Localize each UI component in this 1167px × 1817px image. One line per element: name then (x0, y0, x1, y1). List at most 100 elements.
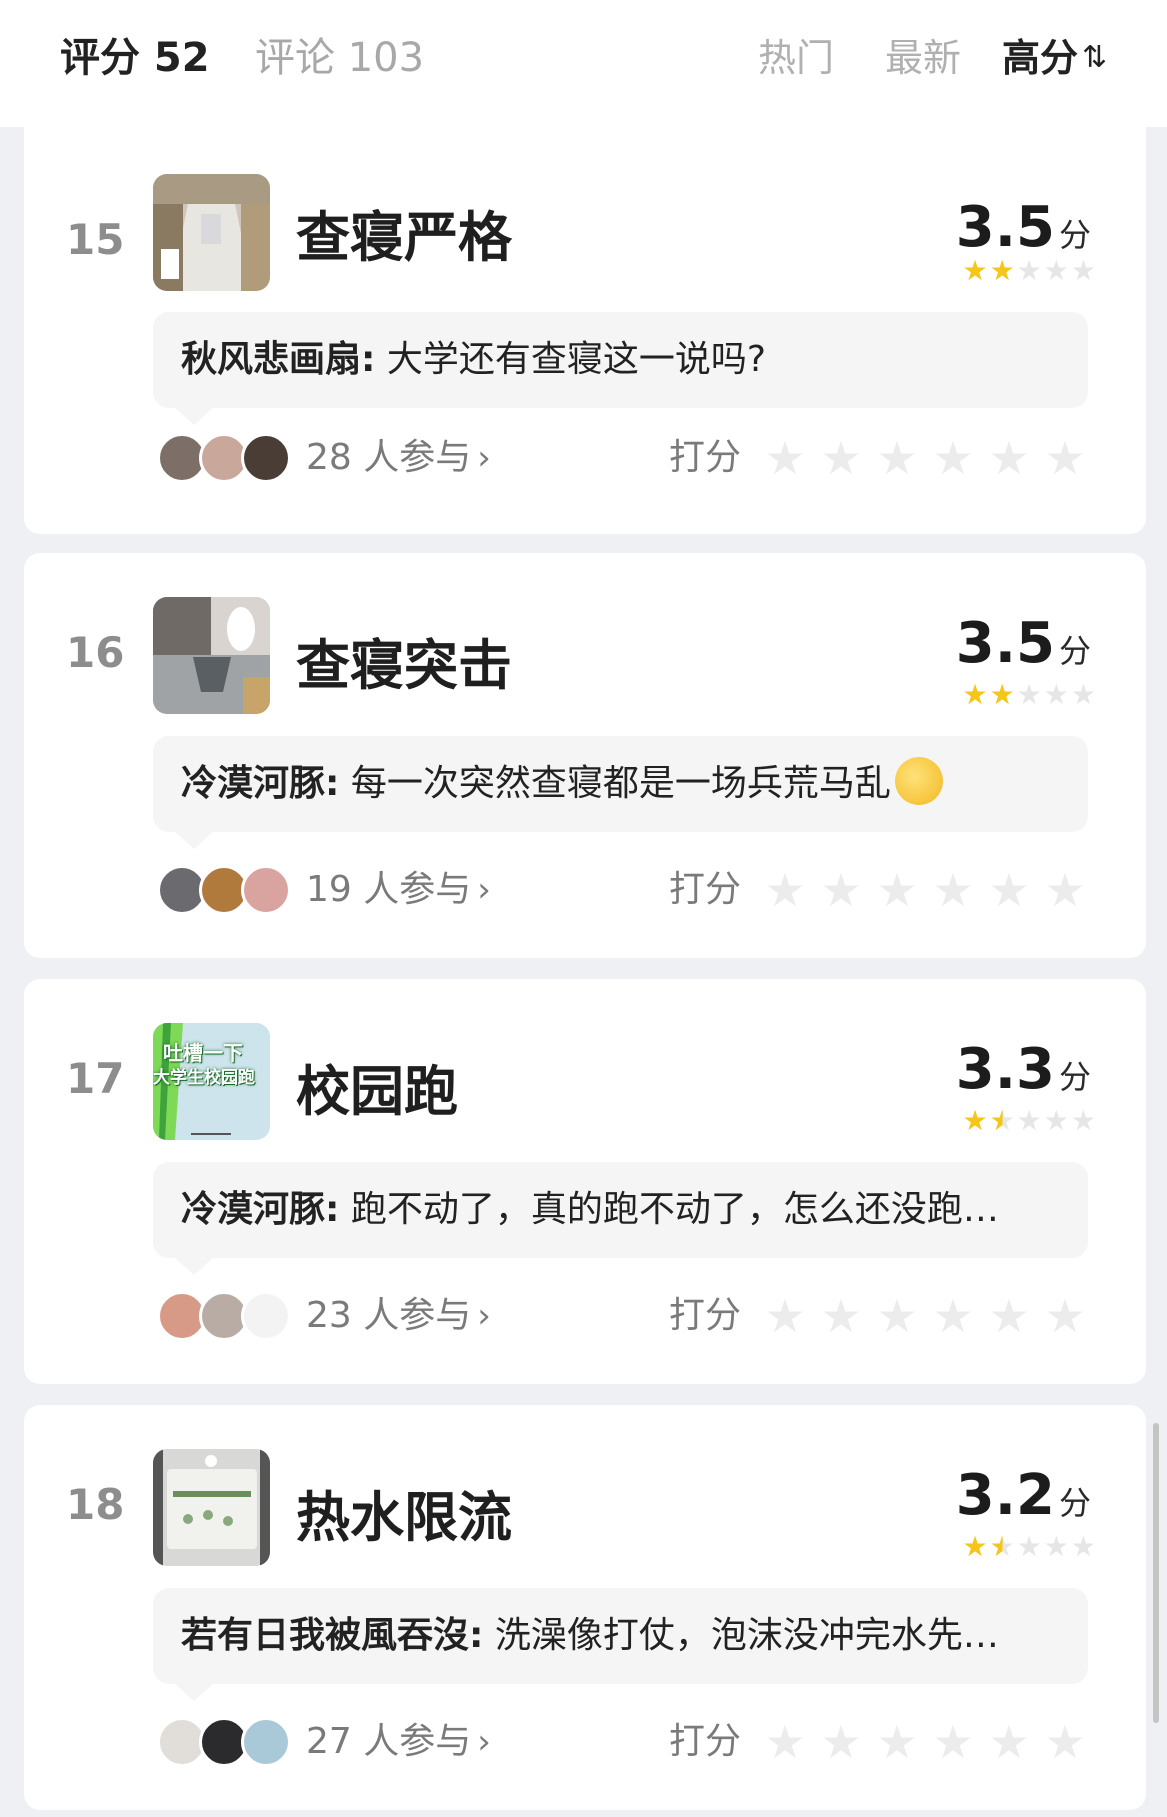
rate-label: 打分 (669, 1295, 742, 1336)
top-comment[interactable]: 冷漠河豚: 跑不动了，真的跑不动了，怎么还没跑… (153, 1162, 1088, 1258)
chevron-right-icon: › (477, 1722, 491, 1762)
half-star-icon[interactable]: ★ (762, 1289, 808, 1343)
star-icon[interactable]: ★ (874, 431, 920, 485)
participants-link[interactable]: 19 人参与 › (306, 865, 491, 915)
score-value: 3.2 (955, 1463, 1055, 1528)
star-icon: ★ (1043, 678, 1069, 711)
avatar (241, 433, 291, 483)
star-rating-display: ★ ★ ★ ★ ★ (962, 1533, 1096, 1561)
chevron-right-icon: › (477, 870, 491, 910)
star-rating-display: ★ ★ ★ ★ ★ (962, 681, 1096, 709)
half-star-icon[interactable]: ★ (762, 431, 808, 485)
rating-card[interactable]: 16 查寝突击 3.5 分 ★ ★ ★ ★ ★ 冷漠河豚: 每一次突然查寝都是一场… (24, 553, 1146, 958)
star-icon[interactable]: ★ (818, 863, 864, 917)
top-comment[interactable]: 若有日我被風吞沒: 洗澡像打仗，泡沫没冲完水先… (153, 1588, 1088, 1684)
star-icon[interactable]: ★ (930, 1289, 976, 1343)
star-icon[interactable]: ★ (818, 1289, 864, 1343)
rate-label: 打分 (669, 869, 742, 910)
star-icon: ★ (1016, 1530, 1042, 1563)
topic-thumbnail (153, 174, 270, 291)
emoji-icon (894, 757, 943, 805)
comment-author: 冷漠河豚: (181, 763, 340, 804)
star-icon[interactable]: ★ (986, 863, 1032, 917)
star-icon: ★ (962, 254, 988, 287)
rate-stars-input[interactable]: ★ ★ ★ ★ ★ ★ (762, 1715, 1088, 1769)
topic-thumbnail: 吐槽一下 大学生校园跑 (153, 1023, 270, 1140)
star-icon: ★ (1016, 1104, 1042, 1137)
star-icon[interactable]: ★ (874, 863, 920, 917)
bubble-tail (174, 1683, 214, 1701)
participants-link[interactable]: 28 人参与 › (306, 433, 491, 483)
star-icon[interactable]: ★ (986, 431, 1032, 485)
star-icon[interactable]: ★ (1042, 863, 1088, 917)
star-icon[interactable]: ★ (986, 1715, 1032, 1769)
sort-order-icon: ⇅ (1082, 40, 1108, 75)
star-icon: ★ (1070, 254, 1096, 287)
star-icon[interactable]: ★ (1042, 1289, 1088, 1343)
bubble-tail (174, 831, 214, 849)
top-comment[interactable]: 冷漠河豚: 每一次突然查寝都是一场兵荒马乱 (153, 736, 1088, 832)
participants-count: 19 人参与 (306, 869, 472, 910)
topic-thumbnail (153, 1449, 270, 1566)
star-icon[interactable]: ★ (874, 1715, 920, 1769)
comment-author: 若有日我被風吞沒: (181, 1615, 484, 1656)
rating-card[interactable]: 18 热水限流 3.2 分 ★ ★ ★ ★ ★ 若有日我被風吞沒: 洗澡像打仗，泡… (24, 1405, 1146, 1810)
participants-count: 28 人参与 (306, 437, 472, 478)
participants-count: 23 人参与 (306, 1295, 472, 1336)
star-icon[interactable]: ★ (930, 863, 976, 917)
star-icon: ★ (962, 1530, 988, 1563)
star-icon[interactable]: ★ (930, 431, 976, 485)
sort-high[interactable]: 高分 ⇅ (1002, 30, 1107, 86)
star-icon[interactable]: ★ (1042, 431, 1088, 485)
header: 评分 52 评论 103 热门 最新 高分 ⇅ (0, 0, 1167, 127)
average-score: 3.3 分 (956, 1037, 1091, 1102)
rank-number: 18 (66, 1480, 125, 1529)
star-icon: ★ (1043, 1104, 1069, 1137)
score-unit: 分 (1058, 1058, 1091, 1096)
scrollbar[interactable] (1153, 1423, 1159, 1723)
sort-high-label: 高分 (1002, 36, 1079, 80)
thumbnail-caption-1: 吐槽一下 (163, 1041, 243, 1065)
chevron-right-icon: › (477, 1296, 491, 1336)
half-star-icon[interactable]: ★ (762, 1715, 808, 1769)
rating-card[interactable]: 17 吐槽一下 大学生校园跑 校园跑 3.3 分 ★ ★ ★ ★ ★ 冷漠河豚: … (24, 979, 1146, 1384)
score-unit: 分 (1058, 216, 1091, 254)
star-icon: ★ (962, 678, 988, 711)
star-icon[interactable]: ★ (818, 1715, 864, 1769)
rate-stars-input[interactable]: ★ ★ ★ ★ ★ ★ (762, 863, 1088, 917)
topic-title: 热水限流 (296, 1486, 512, 1549)
comment-author: 冷漠河豚: (181, 1189, 340, 1230)
comment-text: 大学还有查寝这一说吗? (375, 339, 766, 380)
star-icon[interactable]: ★ (874, 1289, 920, 1343)
score-unit: 分 (1058, 1484, 1091, 1522)
star-icon[interactable]: ★ (818, 431, 864, 485)
star-icon[interactable]: ★ (1042, 1715, 1088, 1769)
rate-stars-input[interactable]: ★ ★ ★ ★ ★ ★ (762, 1289, 1088, 1343)
participants-count: 27 人参与 (306, 1721, 472, 1762)
thumbnail-caption-2: 大学生校园跑 (153, 1068, 255, 1088)
sort-new[interactable]: 最新 (885, 30, 961, 86)
half-star-icon[interactable]: ★ (762, 863, 808, 917)
tab-comments[interactable]: 评论 103 (255, 30, 424, 86)
rank-number: 15 (66, 215, 125, 264)
participants-link[interactable]: 23 人参与 › (306, 1291, 491, 1341)
star-rating-display: ★ ★ ★ ★ ★ (962, 1107, 1096, 1135)
star-icon: ★ (1070, 1104, 1096, 1137)
bubble-tail (174, 407, 214, 425)
avatar (241, 1717, 291, 1767)
topic-title: 查寝严格 (296, 206, 512, 269)
star-icon: ★ (1070, 1530, 1096, 1563)
participants-link[interactable]: 27 人参与 › (306, 1717, 491, 1767)
star-icon[interactable]: ★ (986, 1289, 1032, 1343)
star-icon[interactable]: ★ (930, 1715, 976, 1769)
star-icon: ★ (962, 1104, 988, 1137)
half-star-icon: ★ (989, 1530, 1015, 1563)
rating-card[interactable]: 15 查寝严格 3.5 分 ★ ★ ★ ★ ★ 秋风悲画扇: 大学还有查寝这一说吗… (24, 127, 1146, 534)
tab-score[interactable]: 评分 52 (60, 30, 210, 86)
star-icon: ★ (1070, 678, 1096, 711)
rate-stars-input[interactable]: ★ ★ ★ ★ ★ ★ (762, 431, 1088, 485)
average-score: 3.2 分 (956, 1463, 1091, 1528)
topic-thumbnail (153, 597, 270, 714)
top-comment[interactable]: 秋风悲画扇: 大学还有查寝这一说吗? (153, 312, 1088, 408)
sort-hot[interactable]: 热门 (758, 30, 834, 86)
